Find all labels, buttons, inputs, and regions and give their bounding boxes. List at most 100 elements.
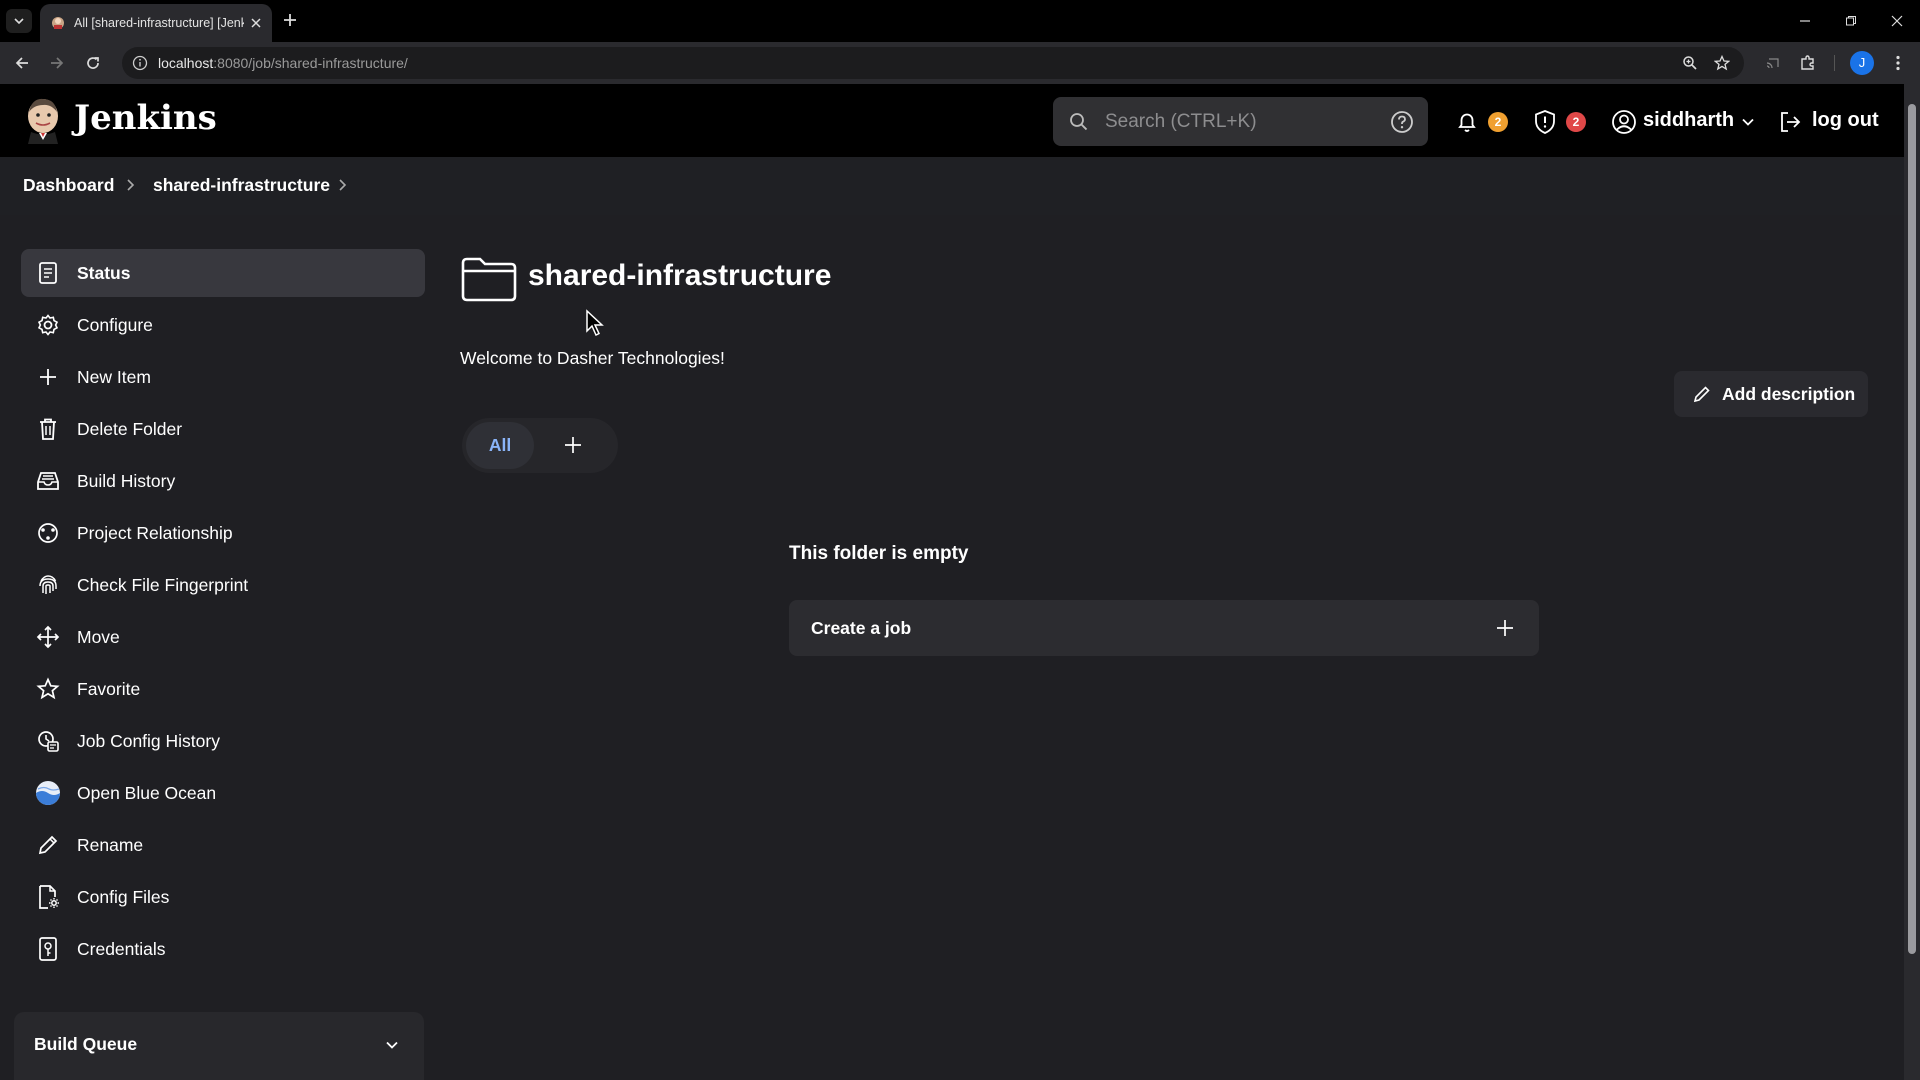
back-button[interactable] xyxy=(10,51,34,75)
sidebar-item-label: Move xyxy=(77,626,120,647)
add-view-icon[interactable] xyxy=(562,434,584,456)
breadcrumb-item-dashboard[interactable]: Dashboard xyxy=(23,175,114,196)
minimize-button[interactable] xyxy=(1782,0,1828,42)
sidebar-item-rename[interactable]: Rename xyxy=(21,821,425,869)
jenkins-butler-icon xyxy=(28,98,58,144)
add-description-button[interactable]: Add description xyxy=(1674,371,1868,417)
chevron-right-icon xyxy=(127,179,135,191)
tab-title: All [shared-infrastructure] [Jenkins] xyxy=(74,16,244,30)
cast-button[interactable] xyxy=(1760,51,1784,75)
breadcrumb: Dashboard shared-infrastructure xyxy=(0,157,1904,215)
browser-toolbar: localhost:8080/job/shared-infrastructure… xyxy=(0,42,1920,84)
sidebar-item-label: Delete Folder xyxy=(77,418,183,439)
restore-icon xyxy=(1846,16,1856,26)
window-close-button[interactable] xyxy=(1874,0,1920,42)
page-scrollbar[interactable] xyxy=(1904,84,1920,1080)
minimize-icon xyxy=(1800,20,1810,22)
sidebar-item-open-blue-ocean[interactable]: Open Blue Ocean xyxy=(21,769,425,817)
tab-all[interactable]: All xyxy=(466,422,534,469)
help-icon[interactable] xyxy=(1390,110,1414,134)
bookmark-star-icon[interactable] xyxy=(1714,55,1730,71)
user-menu-name[interactable]: siddharth xyxy=(1643,109,1734,132)
security-badge[interactable]: 2 xyxy=(1566,112,1586,132)
sidebar-item-project-relationship[interactable]: Project Relationship xyxy=(21,509,425,557)
shield-icon[interactable] xyxy=(1533,109,1557,135)
sidebar-item-label: Build History xyxy=(77,470,176,491)
sidebar-item-label: Check File Fingerprint xyxy=(77,574,249,595)
search-input[interactable]: Search (CTRL+K) xyxy=(1053,97,1428,146)
sidebar-item-check-file-fingerprint[interactable]: Check File Fingerprint xyxy=(21,561,425,609)
main-area: Status Configure New Item Delete Folder … xyxy=(0,215,1904,1080)
config-history-icon xyxy=(35,728,61,754)
add-description-label: Add description xyxy=(1722,383,1856,404)
plus-icon xyxy=(35,364,61,390)
close-icon xyxy=(1891,15,1903,27)
breadcrumb-item-folder[interactable]: shared-infrastructure xyxy=(153,175,330,196)
reload-icon xyxy=(87,57,99,69)
sidebar-item-label: Status xyxy=(77,262,131,283)
chevron-down-icon xyxy=(14,18,24,25)
cast-icon xyxy=(1766,58,1779,69)
tab-search-button[interactable] xyxy=(6,9,32,33)
status-icon xyxy=(35,260,61,286)
move-icon xyxy=(35,624,61,650)
sidebar-item-credentials[interactable]: Credentials xyxy=(21,925,425,973)
arrow-left-icon xyxy=(15,57,28,69)
chevron-down-icon[interactable] xyxy=(384,1037,400,1053)
chevron-right-icon[interactable] xyxy=(336,177,348,193)
puzzle-icon xyxy=(1801,55,1814,70)
jenkins-brand-title[interactable]: Jenkins xyxy=(74,98,217,138)
sidebar-item-label: New Item xyxy=(77,366,151,387)
bell-icon[interactable] xyxy=(1455,110,1479,134)
credentials-icon xyxy=(35,936,61,962)
address-bar[interactable]: localhost:8080/job/shared-infrastructure… xyxy=(122,47,1744,79)
site-info-icon[interactable] xyxy=(132,55,148,71)
scrollbar-thumb[interactable] xyxy=(1908,104,1916,954)
trash-icon xyxy=(35,416,61,442)
jenkins-favicon-icon xyxy=(52,17,64,29)
blue-ocean-icon xyxy=(35,780,61,806)
restore-button[interactable] xyxy=(1828,0,1874,42)
browser-tab-active[interactable]: All [shared-infrastructure] [Jenkins] xyxy=(40,4,272,42)
config-files-icon xyxy=(35,884,61,910)
logout-icon[interactable] xyxy=(1778,110,1802,134)
sidebar-item-favorite[interactable]: Favorite xyxy=(21,665,425,713)
close-icon[interactable] xyxy=(250,17,262,29)
arrow-right-icon xyxy=(51,57,64,69)
sidebar-item-delete-folder[interactable]: Delete Folder xyxy=(21,405,425,453)
browser-tabstrip: All [shared-infrastructure] [Jenkins] xyxy=(0,0,1920,42)
build-queue-panel[interactable]: Build Queue xyxy=(14,1012,424,1080)
reload-button[interactable] xyxy=(81,51,105,75)
browser-menu-button[interactable] xyxy=(1886,51,1910,75)
sidebar-item-job-config-history[interactable]: Job Config History xyxy=(21,717,425,765)
folder-icon xyxy=(461,257,517,302)
notifications-badge[interactable]: 2 xyxy=(1488,112,1508,132)
more-vertical-icon xyxy=(1896,55,1900,71)
sidebar-item-move[interactable]: Move xyxy=(21,613,425,661)
sidebar-item-label: Rename xyxy=(77,834,144,855)
create-job-button[interactable]: Create a job xyxy=(789,600,1539,656)
sidebar-item-new-item[interactable]: New Item xyxy=(21,353,425,401)
zoom-icon[interactable] xyxy=(1682,55,1698,71)
sidebar-item-configure[interactable]: Configure xyxy=(21,301,425,349)
empty-state-title: This folder is empty xyxy=(789,543,969,564)
profile-avatar[interactable]: J xyxy=(1850,51,1874,75)
sidebar-item-status[interactable]: Status xyxy=(21,249,425,297)
sidebar-item-label: Credentials xyxy=(77,938,166,959)
pencil-icon xyxy=(1693,386,1710,403)
user-icon[interactable] xyxy=(1611,109,1637,135)
forward-button[interactable] xyxy=(45,51,69,75)
sidebar-item-label: Favorite xyxy=(77,678,141,699)
sidebar-item-build-history[interactable]: Build History xyxy=(21,457,425,505)
star-icon xyxy=(35,676,61,702)
gear-icon xyxy=(35,312,61,338)
mouse-cursor-icon xyxy=(586,309,604,337)
view-tabs: All xyxy=(462,418,618,473)
extensions-button[interactable] xyxy=(1796,51,1820,75)
logout-link[interactable]: log out xyxy=(1812,109,1879,132)
jenkins-logo[interactable] xyxy=(22,96,64,144)
chevron-down-icon[interactable] xyxy=(1741,115,1755,129)
new-tab-icon[interactable] xyxy=(280,10,300,30)
jenkins-header: Jenkins Search (CTRL+K) 2 2 siddharth lo… xyxy=(0,84,1904,157)
sidebar-item-config-files[interactable]: Config Files xyxy=(21,873,425,921)
